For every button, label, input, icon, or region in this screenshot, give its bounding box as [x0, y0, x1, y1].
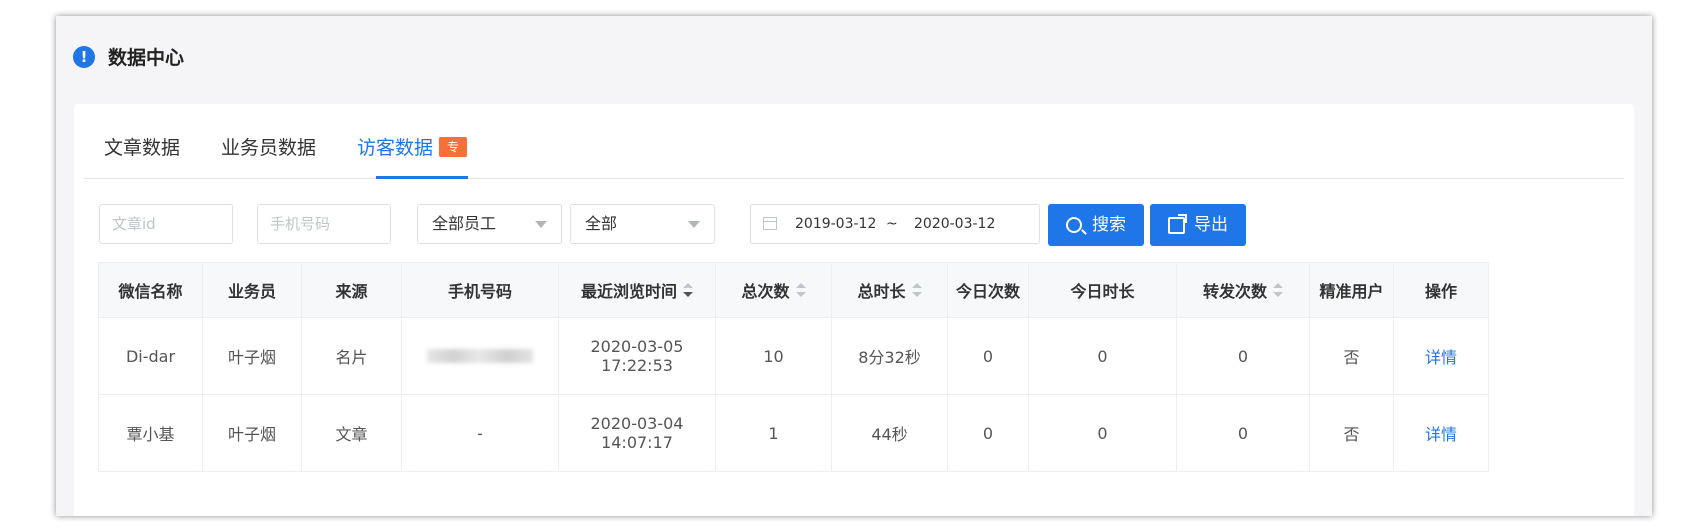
column-header-sortable[interactable]: 总次数	[716, 263, 832, 317]
details-link[interactable]: 详情	[1425, 421, 1457, 445]
date-start[interactable]: 2019-03-12	[795, 205, 876, 243]
export-button[interactable]: 导出	[1150, 204, 1246, 246]
date-separator: ~	[886, 216, 898, 232]
pro-badge: 专	[439, 136, 468, 157]
page-header: ! 数据中心	[56, 16, 1652, 96]
cell-wechat-name: Di-dar	[99, 318, 203, 394]
sort-icon[interactable]	[1273, 283, 1283, 297]
cell-salesman: 叶子烟	[203, 318, 302, 394]
cell-action: 详情	[1394, 395, 1489, 471]
column-header-sortable[interactable]: 总时长	[832, 263, 948, 317]
cell-total-duration: 44秒	[832, 395, 948, 471]
content-card: 文章数据 业务员数据 访客数据专 全部员工 全部 2019-0	[74, 104, 1634, 516]
cell-today-count: 0	[948, 395, 1029, 471]
cell-phone	[402, 318, 559, 394]
cell-today-duration: 0	[1029, 318, 1177, 394]
cell-total-duration: 8分32秒	[832, 318, 948, 394]
column-header: 操作	[1394, 263, 1489, 317]
tab-label: 访客数据	[357, 137, 434, 159]
cell-salesman: 叶子烟	[203, 395, 302, 471]
column-header-label: 转发次数	[1202, 282, 1267, 301]
tab-visitor-data[interactable]: 访客数据专	[357, 134, 468, 162]
tab-article-data[interactable]: 文章数据	[104, 134, 180, 162]
search-button[interactable]: 搜索	[1048, 204, 1144, 246]
column-header: 微信名称	[99, 263, 203, 317]
article-id-input[interactable]	[99, 204, 233, 244]
date-range-picker[interactable]: 2019-03-12 ~ 2020-03-12	[750, 204, 1040, 244]
table-row: 覃小基 叶子烟 文章 - 2020-03-04 14:07:17 1 44秒 0…	[99, 395, 1489, 472]
column-header: 手机号码	[402, 263, 559, 317]
column-header: 业务员	[203, 263, 302, 317]
column-header: 今日时长	[1029, 263, 1177, 317]
employee-select-value: 全部员工	[432, 214, 497, 233]
column-header: 来源	[302, 263, 402, 317]
chevron-down-icon	[535, 221, 547, 228]
column-header-sortable[interactable]: 最近浏览时间	[559, 263, 716, 317]
column-header-label: 总时长	[857, 282, 906, 301]
info-icon: !	[73, 46, 95, 68]
sort-icon[interactable]	[683, 283, 693, 297]
visitor-table: 微信名称 业务员 来源 手机号码 最近浏览时间 总次数 总时长 今日次数 今日时…	[98, 262, 1489, 472]
cell-today-duration: 0	[1029, 395, 1177, 471]
cell-today-count: 0	[948, 318, 1029, 394]
tab-salesman-data[interactable]: 业务员数据	[221, 134, 316, 162]
export-icon	[1168, 214, 1187, 234]
cell-total-count: 1	[716, 395, 832, 471]
cell-last-visit: 2020-03-05 17:22:53	[559, 318, 716, 394]
search-button-label: 搜索	[1092, 215, 1126, 235]
column-header: 精准用户	[1310, 263, 1394, 317]
search-icon	[1066, 217, 1082, 233]
phone-input[interactable]	[257, 204, 391, 244]
cell-precise-user: 否	[1310, 395, 1394, 471]
cell-precise-user: 否	[1310, 318, 1394, 394]
export-button-label: 导出	[1194, 215, 1228, 235]
sort-icon[interactable]	[911, 283, 922, 297]
tab-label: 业务员数据	[221, 137, 317, 159]
column-header: 今日次数	[948, 263, 1029, 317]
cell-forward-count: 0	[1177, 395, 1310, 471]
employee-select[interactable]: 全部员工	[417, 204, 562, 244]
cell-source: 名片	[302, 318, 402, 394]
cell-source: 文章	[302, 395, 402, 471]
calendar-icon	[763, 217, 777, 230]
column-header-sortable[interactable]: 转发次数	[1177, 263, 1310, 317]
tab-label: 文章数据	[104, 137, 181, 159]
app-window: ! 数据中心 文章数据 业务员数据 访客数据专 全部员工 全部	[56, 16, 1652, 516]
tab-bar: 文章数据 业务员数据 访客数据专	[84, 104, 1624, 179]
table-row: Di-dar 叶子烟 名片 2020-03-05 17:22:53 10 8分3…	[99, 318, 1489, 395]
filter-bar: 全部员工 全部 2019-03-12 ~ 2020-03-12 搜索 导出	[99, 204, 1634, 246]
date-end[interactable]: 2020-03-12	[914, 205, 995, 243]
blurred-phone	[427, 349, 533, 363]
column-header-label: 总次数	[741, 282, 790, 301]
source-select[interactable]: 全部	[570, 204, 715, 244]
cell-wechat-name: 覃小基	[99, 395, 203, 471]
cell-last-visit: 2020-03-04 14:07:17	[559, 395, 716, 471]
details-link[interactable]: 详情	[1425, 344, 1457, 368]
cell-total-count: 10	[716, 318, 832, 394]
page-title: 数据中心	[108, 47, 185, 69]
column-header-label: 最近浏览时间	[580, 282, 677, 301]
cell-action: 详情	[1394, 318, 1489, 394]
table-header-row: 微信名称 业务员 来源 手机号码 最近浏览时间 总次数 总时长 今日次数 今日时…	[99, 263, 1489, 318]
active-tab-indicator	[376, 176, 468, 179]
cell-forward-count: 0	[1177, 318, 1310, 394]
chevron-down-icon	[688, 221, 700, 228]
cell-phone: -	[402, 395, 559, 471]
sort-icon[interactable]	[795, 283, 806, 297]
source-select-value: 全部	[585, 214, 618, 233]
